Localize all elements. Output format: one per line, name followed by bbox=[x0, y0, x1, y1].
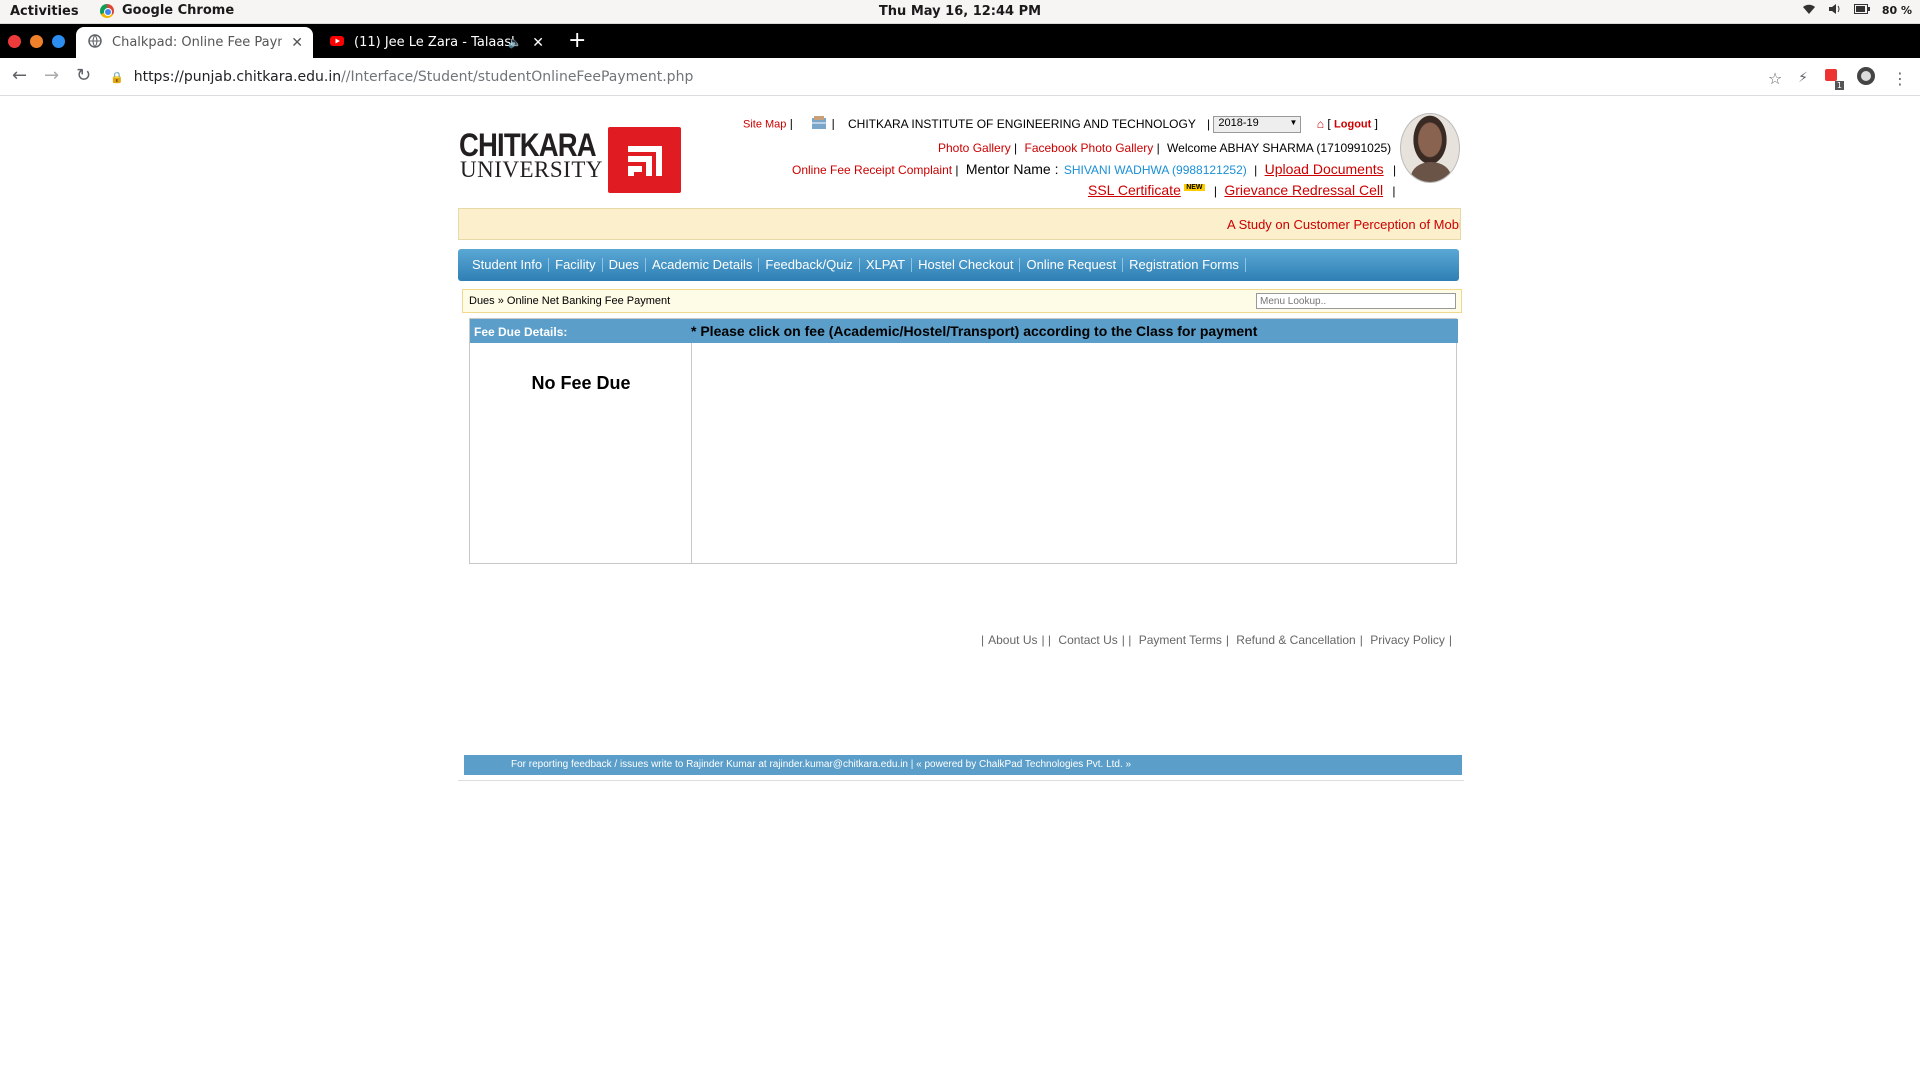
forward-icon[interactable]: → bbox=[44, 65, 59, 86]
battery-percent: 80 % bbox=[1881, 4, 1912, 17]
mentor-label: Mentor Name : bbox=[965, 161, 1059, 177]
address-bar[interactable]: 🔒 https://punjab.chitkara.edu.in //Inter… bbox=[110, 63, 1775, 91]
bookmark-star-icon[interactable]: ☆ bbox=[1768, 69, 1782, 88]
site-map-link[interactable]: Site Map bbox=[743, 119, 786, 131]
browser-toolbar: ← → ↻ 🔒 https://punjab.chitkara.edu.in /… bbox=[0, 58, 1920, 96]
fee-due-panel: Fee Due Details: * Please click on fee (… bbox=[469, 318, 1458, 564]
footer-refund-link[interactable]: Refund & Cancellation bbox=[1236, 633, 1355, 647]
extension-badge-icon[interactable]: 1 bbox=[1824, 68, 1844, 90]
photo-gallery-link[interactable]: Photo Gallery bbox=[938, 141, 1011, 155]
menu-student-info[interactable]: Student Info bbox=[466, 258, 550, 272]
tab-title: Chalkpad: Online Fee Paymen bbox=[112, 35, 282, 50]
menu-academic-details[interactable]: Academic Details bbox=[646, 258, 760, 272]
books-icon[interactable] bbox=[810, 115, 828, 134]
feedback-bar: For reporting feedback / issues write to… bbox=[464, 755, 1462, 775]
menu-online-request[interactable]: Online Request bbox=[1020, 258, 1124, 272]
grievance-redressal-link[interactable]: Grievance Redressal Cell bbox=[1224, 182, 1383, 198]
system-top-bar: Activities Google Chrome Thu May 16, 12:… bbox=[0, 0, 1920, 24]
menu-feedback-quiz[interactable]: Feedback/Quiz bbox=[759, 258, 860, 272]
mentor-name: SHIVANI WADHWA (9988121252) bbox=[1063, 163, 1247, 177]
activities-button[interactable]: Activities bbox=[10, 4, 79, 19]
news-ticker[interactable]: A Study on Customer Perception of Mobi bbox=[458, 208, 1461, 240]
breadcrumb-path: Dues » Online Net Banking Fee Payment bbox=[469, 295, 671, 307]
ticker-text[interactable]: A Study on Customer Perception of Mobi bbox=[1227, 217, 1460, 232]
mute-tab-icon[interactable]: 🔈 bbox=[508, 36, 522, 49]
fee-due-title: Fee Due Details: bbox=[474, 325, 568, 339]
url-path: //Interface/Student/studentOnlineFeePaym… bbox=[341, 69, 694, 85]
maximize-window-button[interactable] bbox=[52, 35, 65, 48]
chitkara-logo[interactable]: CHITKARA UNIVERSITY bbox=[458, 112, 688, 193]
extension-icon[interactable]: ⚡ bbox=[1798, 70, 1808, 86]
tab-chalkpad[interactable]: Chalkpad: Online Fee Paymen ✕ bbox=[76, 27, 313, 58]
tab-youtube[interactable]: (11) Jee Le Zara - Talaash - 🔈 ✕ bbox=[318, 27, 554, 58]
home-icon[interactable]: ⌂ bbox=[1317, 117, 1324, 131]
footer-privacy-link[interactable]: Privacy Policy bbox=[1370, 633, 1445, 647]
upload-documents-link[interactable]: Upload Documents bbox=[1265, 161, 1384, 177]
no-fee-due-message: No Fee Due bbox=[531, 373, 631, 393]
youtube-icon bbox=[330, 35, 344, 50]
footer-about-link[interactable]: About Us bbox=[988, 633, 1037, 647]
logout-link[interactable]: Logout bbox=[1334, 119, 1371, 131]
close-tab-icon[interactable]: ✕ bbox=[291, 35, 303, 51]
volume-icon bbox=[1828, 3, 1842, 18]
reload-icon[interactable]: ↻ bbox=[76, 65, 91, 86]
menu-facility[interactable]: Facility bbox=[549, 258, 603, 272]
fee-receipt-complaint-link[interactable]: Online Fee Receipt Complaint bbox=[792, 163, 952, 177]
institute-name: CHITKARA INSTITUTE OF ENGINEERING AND TE… bbox=[848, 116, 1196, 131]
footer-divider bbox=[458, 780, 1464, 781]
lock-icon[interactable]: 🔒 bbox=[110, 71, 124, 84]
close-window-button[interactable] bbox=[8, 35, 21, 48]
tab-strip: Chalkpad: Online Fee Paymen ✕ (11) Jee L… bbox=[0, 24, 1920, 58]
url-host: https://punjab.chitkara.edu.in bbox=[133, 69, 342, 85]
footer-links: | About Us | | Contact Us | | Payment Terms… bbox=[981, 633, 1452, 647]
main-menu: Student Info Facility Dues Academic Deta… bbox=[458, 249, 1459, 281]
close-tab-icon[interactable]: ✕ bbox=[532, 35, 544, 51]
wifi-icon bbox=[1802, 3, 1816, 18]
page-content: CHITKARA UNIVERSITY Site Map | | CHITKAR… bbox=[0, 97, 1920, 1080]
minimize-window-button[interactable] bbox=[30, 35, 43, 48]
logo-word-university: UNIVERSITY bbox=[460, 157, 603, 182]
breadcrumb: Dues » Online Net Banking Fee Payment bbox=[462, 289, 1462, 313]
system-tray[interactable]: 80 % bbox=[1802, 3, 1912, 18]
welcome-text: Welcome ABHAY SHARMA (1710991025) bbox=[1167, 141, 1392, 155]
footer-payment-terms-link[interactable]: Payment Terms bbox=[1139, 633, 1222, 647]
student-avatar[interactable] bbox=[1400, 113, 1460, 183]
chrome-icon bbox=[100, 3, 114, 18]
facebook-gallery-link[interactable]: Facebook Photo Gallery bbox=[1025, 141, 1154, 155]
chrome-menu-icon[interactable]: ⋮ bbox=[1892, 69, 1908, 88]
menu-xlpat[interactable]: XLPAT bbox=[860, 258, 913, 272]
menu-lookup-input[interactable] bbox=[1256, 293, 1456, 309]
battery-icon bbox=[1853, 4, 1870, 17]
menu-registration-forms[interactable]: Registration Forms bbox=[1123, 258, 1246, 272]
new-badge-icon: NEW bbox=[1184, 184, 1205, 191]
logo-mark-icon bbox=[608, 127, 681, 193]
fee-list-column: No Fee Due bbox=[470, 343, 692, 563]
clock[interactable]: Thu May 16, 12:44 PM bbox=[879, 4, 1041, 19]
menu-hostel-checkout[interactable]: Hostel Checkout bbox=[912, 258, 1021, 272]
profile-avatar-icon[interactable] bbox=[1856, 66, 1876, 90]
tab-title: (11) Jee Le Zara - Talaash - bbox=[354, 35, 514, 50]
fee-instruction: * Please click on fee (Academic/Hostel/T… bbox=[691, 323, 1258, 339]
app-menu[interactable]: Google Chrome bbox=[100, 3, 234, 18]
footer-contact-link[interactable]: Contact Us bbox=[1058, 633, 1117, 647]
ssl-certificate-link[interactable]: SSL Certificate bbox=[1088, 182, 1181, 198]
menu-dues[interactable]: Dues bbox=[603, 258, 646, 272]
globe-icon bbox=[88, 33, 102, 52]
new-tab-button[interactable]: + bbox=[568, 28, 586, 53]
back-icon[interactable]: ← bbox=[12, 65, 27, 86]
session-select[interactable]: 2018-19 bbox=[1213, 116, 1302, 133]
app-name: Google Chrome bbox=[122, 3, 235, 18]
extension-badge-count: 1 bbox=[1834, 81, 1844, 90]
fee-due-header: Fee Due Details: * Please click on fee (… bbox=[470, 319, 1458, 343]
